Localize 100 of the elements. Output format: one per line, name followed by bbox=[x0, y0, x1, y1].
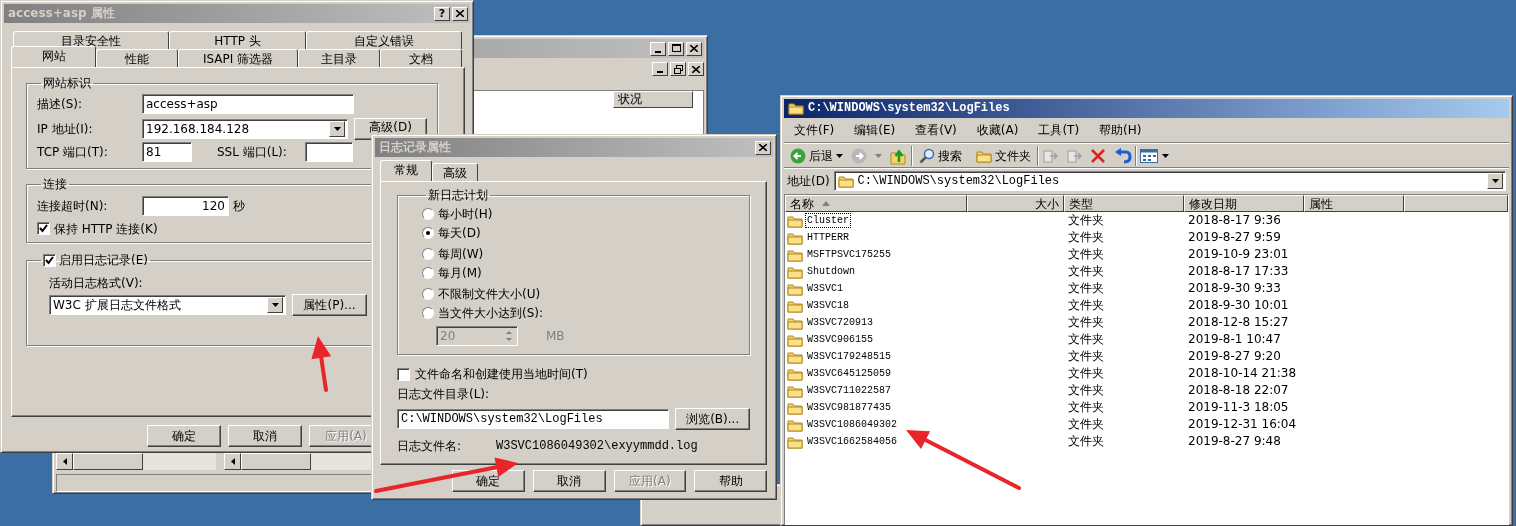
table-cell: 文件夹 bbox=[1068, 366, 1104, 381]
table-cell: 2019-8-27 9:20 bbox=[1188, 349, 1281, 364]
field-label: 日志文件名: bbox=[397, 438, 463, 454]
tab[interactable]: ISAPI 筛选器 bbox=[178, 49, 298, 67]
table-cell: 文件夹 bbox=[1068, 315, 1104, 330]
table-cell: 2019-10-9 23:01 bbox=[1188, 247, 1289, 262]
table-cell: 文件夹 bbox=[1068, 383, 1104, 398]
file-name[interactable]: W3SVC720913 bbox=[805, 315, 875, 331]
field-label: 日志文件目录(L): bbox=[397, 387, 490, 402]
radio-label: 不限制文件大小(U) bbox=[438, 286, 541, 302]
file-name[interactable]: W3SVC18 bbox=[805, 298, 851, 314]
properties-button[interactable]: 属性(P)... bbox=[292, 293, 367, 316]
checkbox-label: 保持 HTTP 连接(K) bbox=[54, 221, 158, 237]
tab[interactable]: 主目录 bbox=[298, 49, 380, 67]
search-button[interactable]: 搜索 bbox=[916, 146, 965, 165]
tab[interactable]: 目录安全性 bbox=[13, 31, 169, 49]
tab[interactable]: 文档 bbox=[380, 49, 462, 67]
table-cell: 文件夹 bbox=[1068, 281, 1104, 296]
text-field[interactable]: 120 bbox=[142, 195, 229, 216]
table-cell: 文件夹 bbox=[1068, 264, 1104, 279]
field-label: IP 地址(I): bbox=[37, 122, 94, 137]
dropdown[interactable]: W3C 扩展日志文件格式 bbox=[49, 294, 286, 315]
dialog-button[interactable]: 取消 bbox=[532, 470, 606, 492]
text-field[interactable]: 81 bbox=[142, 142, 192, 163]
text-field[interactable]: access+asp bbox=[142, 94, 354, 115]
file-name[interactable]: W3SVC711022587 bbox=[805, 383, 893, 399]
tab[interactable]: 网站 bbox=[11, 46, 96, 67]
group-title: 网站标识 bbox=[42, 76, 92, 91]
table-cell: 2018-9-30 9:33 bbox=[1188, 281, 1281, 296]
table-cell: 2019-11-3 18:05 bbox=[1188, 400, 1289, 415]
table-cell: 文件夹 bbox=[1068, 417, 1104, 432]
file-name[interactable]: W3SVC1662584056 bbox=[805, 434, 899, 450]
column-header[interactable]: 类型 bbox=[1064, 195, 1184, 213]
table-cell: 文件夹 bbox=[1068, 434, 1104, 449]
column-header[interactable]: 状况 bbox=[613, 91, 693, 108]
tab[interactable]: 高级 bbox=[432, 163, 478, 181]
window-title: 日志记录属性 bbox=[379, 140, 451, 155]
dialog-button[interactable]: 帮助 bbox=[694, 470, 767, 492]
table-cell: 文件夹 bbox=[1068, 400, 1104, 415]
table-cell: 文件夹 bbox=[1068, 247, 1104, 262]
radio-label: 每月(M) bbox=[438, 265, 482, 281]
table-cell: 2019-12-31 16:04 bbox=[1188, 417, 1297, 432]
tab[interactable]: 性能 bbox=[96, 49, 178, 67]
address-field[interactable]: C:\WINDOWS\system32\LogFiles bbox=[833, 170, 1506, 191]
field-label: 连接超时(N): bbox=[37, 198, 109, 213]
field-label: 地址(D) bbox=[787, 173, 830, 189]
file-name[interactable]: Shutdown bbox=[805, 264, 857, 280]
table-cell: 2019-8-27 9:48 bbox=[1188, 434, 1281, 449]
menu-item[interactable]: 查看(V) bbox=[905, 121, 967, 140]
field-label: TCP 端口(T): bbox=[37, 145, 109, 160]
dialog-button[interactable]: 取消 bbox=[228, 425, 302, 447]
table-cell: 2018-12-8 15:27 bbox=[1188, 315, 1289, 330]
unit-label: MB bbox=[546, 329, 565, 344]
tab[interactable]: 常规 bbox=[380, 160, 432, 181]
file-name[interactable]: HTTPERR bbox=[805, 230, 851, 246]
radio-label: 每小时(H) bbox=[438, 206, 493, 222]
radio-label: 每周(W) bbox=[438, 246, 484, 262]
menu-item[interactable]: 文件(F) bbox=[784, 121, 845, 140]
table-cell: 2018-8-18 22:07 bbox=[1188, 383, 1289, 398]
window-title: C:\WINDOWS\system32\LogFiles bbox=[808, 101, 1010, 116]
file-name[interactable]: W3SVC645125059 bbox=[805, 366, 893, 382]
unit-label: 秒 bbox=[233, 198, 245, 213]
checkbox-label: 文件命名和创建使用当地时间(T) bbox=[415, 367, 588, 382]
text-field[interactable]: C:\WINDOWS\system32\LogFiles bbox=[397, 408, 670, 429]
column-header[interactable]: 名称 bbox=[785, 195, 967, 213]
checkbox-label: 启用日志记录(E) bbox=[59, 253, 148, 268]
menu-item[interactable]: 工具(T) bbox=[1028, 121, 1090, 140]
column-header[interactable]: 属性 bbox=[1304, 195, 1404, 213]
file-name[interactable]: Cluster bbox=[805, 213, 851, 229]
file-name[interactable]: W3SVC906155 bbox=[805, 332, 875, 348]
dialog-button[interactable]: 确定 bbox=[147, 425, 221, 447]
column-header[interactable]: 大小 bbox=[967, 195, 1064, 213]
file-name[interactable]: W3SVC981877435 bbox=[805, 400, 893, 416]
help-button[interactable]: ? bbox=[434, 6, 450, 21]
group-title: 新日志计划 bbox=[427, 188, 489, 203]
field-label: 描述(S): bbox=[37, 97, 84, 112]
group-title: 连接 bbox=[42, 177, 68, 192]
menu-item[interactable]: 收藏(A) bbox=[966, 121, 1029, 140]
file-name[interactable]: W3SVC179248515 bbox=[805, 349, 893, 365]
menu-item[interactable]: 帮助(H) bbox=[1089, 121, 1152, 140]
table-cell: 文件夹 bbox=[1068, 298, 1104, 313]
table-cell: 文件夹 bbox=[1068, 349, 1104, 364]
tab[interactable]: HTTP 头 bbox=[169, 31, 306, 49]
column-header[interactable]: 修改日期 bbox=[1184, 195, 1304, 213]
table-cell: 2019-8-1 10:47 bbox=[1188, 332, 1281, 347]
field-label: 活动日志格式(V): bbox=[49, 275, 143, 290]
browse-button[interactable]: 浏览(B)... bbox=[675, 407, 750, 430]
file-name[interactable]: W3SVC1 bbox=[805, 281, 845, 297]
file-name[interactable]: MSFTPSVC175255 bbox=[805, 247, 893, 263]
radio-label: 当文件大小达到(S): bbox=[438, 305, 544, 321]
menu-item[interactable]: 编辑(E) bbox=[844, 121, 906, 140]
file-name[interactable]: W3SVC1086049302 bbox=[805, 417, 899, 433]
table-cell: 2018-9-30 10:01 bbox=[1188, 298, 1289, 313]
back-button[interactable]: 后退 bbox=[787, 146, 836, 165]
folders-button[interactable]: 文件夹 bbox=[973, 147, 1034, 165]
dropdown[interactable]: 192.168.184.128 bbox=[142, 119, 349, 140]
radio-label: 每天(D) bbox=[438, 225, 481, 241]
table-cell: 2018-8-17 9:36 bbox=[1188, 213, 1281, 228]
tab[interactable]: 自定义错误 bbox=[306, 31, 462, 49]
table-cell: 文件夹 bbox=[1068, 230, 1104, 245]
